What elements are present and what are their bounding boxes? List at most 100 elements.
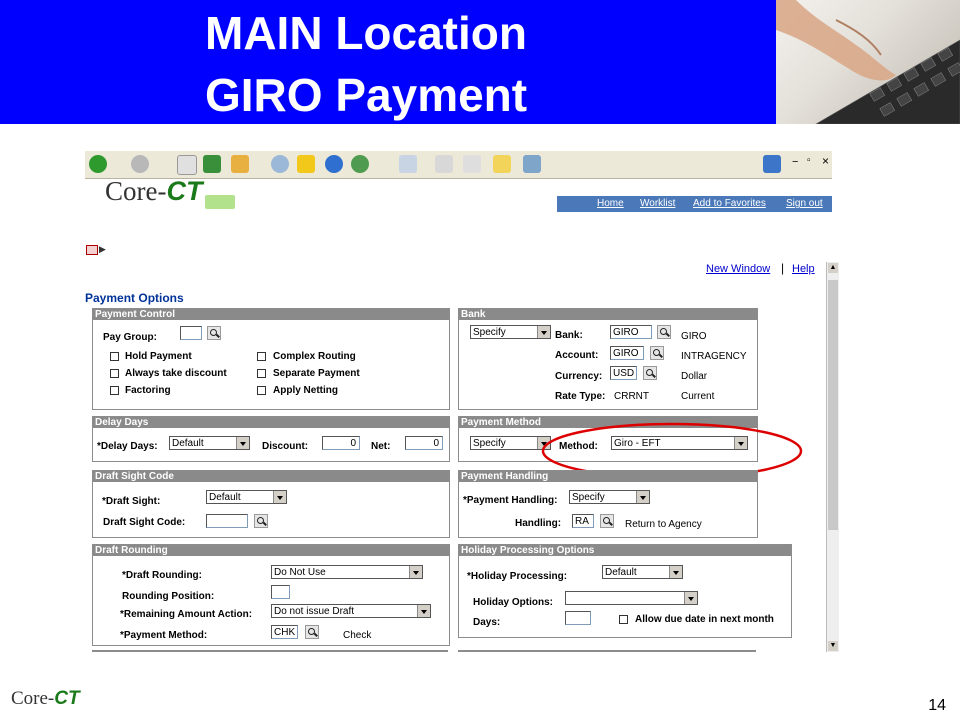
separate-payment-checkbox[interactable] (257, 369, 266, 378)
home-icon[interactable] (231, 155, 249, 173)
currency-lookup-icon[interactable] (643, 366, 657, 380)
nav-home-link[interactable]: Home (597, 198, 624, 209)
draft-sight-code-input[interactable] (206, 514, 248, 528)
apply-netting-label: Apply Netting (273, 385, 338, 396)
nav-favorites-link[interactable]: Add to Favorites (693, 198, 766, 209)
print-icon[interactable] (435, 155, 453, 173)
handling-lookup-icon[interactable] (600, 514, 614, 528)
rate-type-description: Current (681, 391, 715, 402)
mail-icon[interactable] (399, 155, 417, 173)
apply-netting-checkbox[interactable] (257, 386, 266, 395)
draft-sight-code-lookup-icon[interactable] (254, 514, 268, 528)
slide-title-line2: GIRO Payment (205, 69, 528, 121)
draft-sight-header: Draft Sight Code (93, 471, 449, 482)
search-icon[interactable] (271, 155, 289, 173)
chevron-down-icon[interactable] (636, 491, 649, 503)
currency-label: Currency: (555, 371, 603, 382)
discount-input[interactable]: 0 (322, 436, 360, 450)
refresh-icon[interactable] (203, 155, 221, 173)
delay-days-select[interactable]: Default (169, 436, 250, 450)
allow-due-date-label: Allow due date in next month (635, 614, 774, 625)
payment-method-source-select[interactable]: Specify (470, 436, 551, 450)
chevron-down-icon[interactable] (409, 566, 422, 578)
remaining-amount-select[interactable]: Do not issue Draft (271, 604, 431, 618)
scroll-up-icon[interactable]: ▲ (828, 263, 838, 273)
payment-handling-label: *Payment Handling: (463, 495, 558, 506)
bank-label: Bank: (555, 330, 583, 341)
payment-handling-select[interactable]: Specify (569, 490, 650, 504)
stop-icon[interactable] (177, 155, 197, 175)
chevron-down-icon[interactable] (273, 491, 286, 503)
draft-sight-label: *Draft Sight: (102, 496, 161, 507)
help-link[interactable]: Help (792, 263, 815, 275)
discount-label: Discount: (262, 441, 309, 452)
bank-description: GIRO (681, 331, 707, 342)
forward-icon[interactable] (131, 155, 149, 173)
payment-method-source-value: Specify (473, 438, 506, 449)
messenger-icon[interactable] (523, 155, 541, 173)
discuss-icon[interactable] (493, 155, 511, 173)
logo-text-ct: CT (166, 176, 203, 206)
factoring-checkbox[interactable] (110, 386, 119, 395)
expand-arrow-icon[interactable]: ▶ (99, 244, 106, 255)
holiday-processing-header: Holiday Processing Options (459, 545, 791, 556)
always-take-discount-checkbox[interactable] (110, 369, 119, 378)
draft-sight-select[interactable]: Default (206, 490, 287, 504)
delay-days-header: Delay Days (93, 417, 449, 428)
chevron-down-icon[interactable] (537, 326, 550, 338)
bank-source-select[interactable]: Specify (470, 325, 551, 339)
draft-payment-method-lookup-icon[interactable] (305, 625, 319, 639)
hold-payment-checkbox[interactable] (110, 352, 119, 361)
minimize-icon[interactable]: − (792, 156, 798, 168)
restore-icon[interactable]: ▫ (807, 155, 811, 166)
bank-input[interactable]: GIRO (610, 325, 652, 339)
footer-logo-core: Core- (11, 688, 55, 709)
new-window-link[interactable]: New Window (706, 263, 770, 275)
draft-payment-method-input[interactable]: CHK (271, 625, 298, 639)
allow-due-date-checkbox[interactable] (619, 615, 628, 624)
complex-routing-checkbox[interactable] (257, 352, 266, 361)
core-ct-logo: Core-CT (105, 176, 202, 207)
favorites-star-icon[interactable] (297, 155, 315, 173)
browser-toolbar: − ▫ × (85, 151, 832, 179)
chevron-down-icon[interactable] (236, 437, 249, 449)
close-icon[interactable]: × (822, 154, 829, 168)
holiday-processing-label: *Holiday Processing: (467, 571, 568, 582)
scroll-thumb[interactable] (828, 280, 838, 530)
chevron-down-icon[interactable] (684, 592, 697, 604)
draft-payment-method-description: Check (343, 630, 372, 641)
rate-type-value: CRRNT (614, 391, 649, 402)
back-icon[interactable] (89, 155, 107, 173)
rate-type-label: Rate Type: (555, 391, 606, 402)
net-input[interactable]: 0 (405, 436, 443, 450)
nav-strip: Home Worklist Add to Favorites Sign out (557, 196, 832, 212)
delay-days-label: *Delay Days: (97, 441, 158, 452)
draft-rounding-select[interactable]: Do Not Use (271, 565, 423, 579)
bank-lookup-icon[interactable] (657, 325, 671, 339)
draft-rounding-label: *Draft Rounding: (122, 570, 202, 581)
edit-icon[interactable] (463, 155, 481, 173)
slide-title-line1: MAIN Location (205, 7, 527, 59)
pay-group-input[interactable] (180, 326, 202, 340)
chevron-down-icon[interactable] (417, 605, 430, 617)
account-lookup-icon[interactable] (650, 346, 664, 360)
nav-signout-link[interactable]: Sign out (786, 198, 823, 209)
media-icon[interactable] (325, 155, 343, 173)
payment-handling-box: Payment Handling *Payment Handling: Spec… (458, 470, 758, 538)
divider-right (458, 650, 756, 652)
currency-input[interactable]: USD (610, 366, 637, 380)
holiday-processing-select[interactable]: Default (602, 565, 683, 579)
handling-input[interactable]: RA (572, 514, 594, 528)
always-take-discount-label: Always take discount (125, 368, 227, 379)
vertical-scrollbar[interactable]: ▲ ▼ (826, 262, 839, 652)
days-input[interactable] (565, 611, 591, 625)
history-icon[interactable] (351, 155, 369, 173)
rounding-position-input[interactable] (271, 585, 290, 599)
nav-worklist-link[interactable]: Worklist (640, 198, 675, 209)
scroll-down-icon[interactable]: ▼ (828, 641, 838, 651)
pay-group-lookup-icon[interactable] (207, 326, 221, 340)
menu-icon[interactable] (86, 245, 98, 255)
holiday-options-select[interactable] (565, 591, 698, 605)
account-input[interactable]: GIRO (610, 346, 644, 360)
chevron-down-icon[interactable] (669, 566, 682, 578)
